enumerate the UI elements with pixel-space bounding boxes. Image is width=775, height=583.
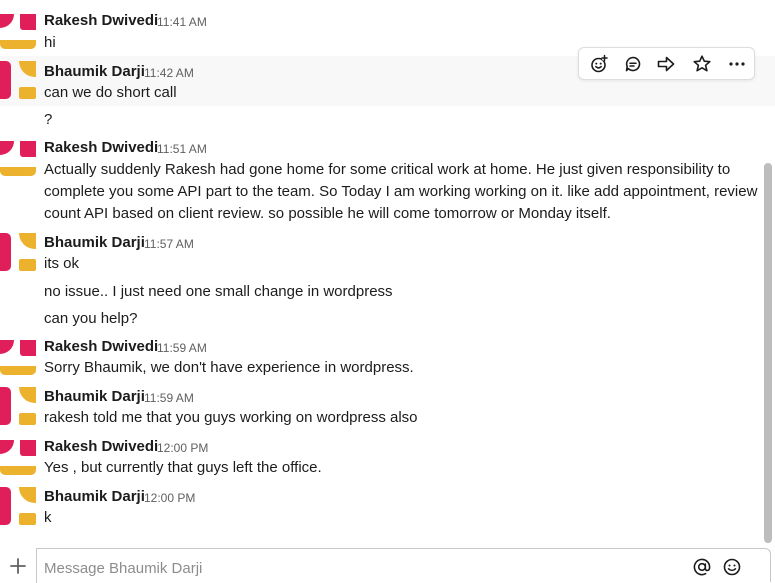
avatar[interactable]	[0, 387, 36, 427]
more-actions-button[interactable]	[722, 50, 752, 78]
message-timestamp[interactable]: 11:59 AM	[144, 388, 194, 408]
avatar[interactable]	[0, 440, 36, 480]
mention-at-icon	[693, 558, 711, 576]
add-reaction-icon	[591, 54, 608, 73]
attach-button[interactable]	[6, 554, 30, 578]
message-text: its ok	[44, 255, 80, 272]
message-text: Sorry Bhaumik, we don't have experience …	[44, 359, 414, 376]
avatar[interactable]	[0, 233, 36, 273]
add-reaction-button[interactable]	[584, 50, 614, 78]
sender-name[interactable]: Rakesh Dwivedi	[44, 138, 158, 158]
message-feed: Rakesh Dwivedi 11:41 AM hi Bhaumik Darji…	[0, 0, 775, 548]
emoji-button[interactable]	[722, 557, 742, 577]
message-text: ?	[44, 111, 53, 128]
message-timestamp[interactable]: 11:57 AM	[144, 234, 194, 254]
avatar[interactable]	[0, 141, 36, 181]
message-text: can you help?	[44, 310, 138, 327]
sender-name[interactable]: Bhaumik Darji	[44, 387, 145, 407]
feed-scrollbar[interactable]	[764, 163, 772, 543]
message-text: rakesh told me that you guys working on …	[44, 409, 418, 426]
reply-thread-button[interactable]	[618, 50, 648, 78]
message-text: no issue.. I just need one small change …	[44, 283, 393, 300]
message-text: Yes , but currently that guys left the o…	[44, 459, 322, 476]
sender-name[interactable]: Rakesh Dwivedi	[44, 11, 158, 31]
save-message-button[interactable]	[687, 50, 717, 78]
sender-name[interactable]: Rakesh Dwivedi	[44, 337, 158, 357]
message-actions-toolbar	[578, 47, 755, 80]
message-timestamp[interactable]: 12:00 PM	[144, 488, 195, 508]
message-text: can we do short call	[44, 84, 177, 101]
message-text: Actually suddenly Rakesh had gone home f…	[44, 161, 758, 222]
message-composer	[0, 548, 775, 583]
message-input[interactable]	[44, 558, 674, 578]
share-message-button[interactable]	[651, 50, 681, 78]
sender-name[interactable]: Bhaumik Darji	[44, 233, 145, 253]
message-timestamp[interactable]: 11:51 AM	[157, 139, 207, 159]
avatar[interactable]	[0, 61, 36, 101]
message-text: k	[44, 509, 52, 526]
emoji-icon	[723, 558, 741, 576]
message-timestamp[interactable]: 12:00 PM	[157, 438, 208, 458]
message-timestamp[interactable]: 11:59 AM	[157, 338, 207, 358]
avatar[interactable]	[0, 14, 36, 54]
mention-button[interactable]	[692, 557, 712, 577]
message-timestamp[interactable]: 11:41 AM	[157, 12, 207, 32]
avatar[interactable]	[0, 487, 36, 527]
avatar[interactable]	[0, 340, 36, 380]
reply-thread-icon	[625, 56, 641, 72]
sender-name[interactable]: Bhaumik Darji	[44, 62, 145, 82]
message-text: hi	[44, 34, 56, 51]
message-timestamp[interactable]: 11:42 AM	[144, 63, 194, 83]
share-message-icon	[657, 56, 675, 72]
plus-icon	[10, 558, 26, 574]
sender-name[interactable]: Rakesh Dwivedi	[44, 437, 158, 457]
sender-name[interactable]: Bhaumik Darji	[44, 487, 145, 507]
more-actions-icon	[729, 62, 745, 66]
save-star-icon	[693, 55, 711, 72]
